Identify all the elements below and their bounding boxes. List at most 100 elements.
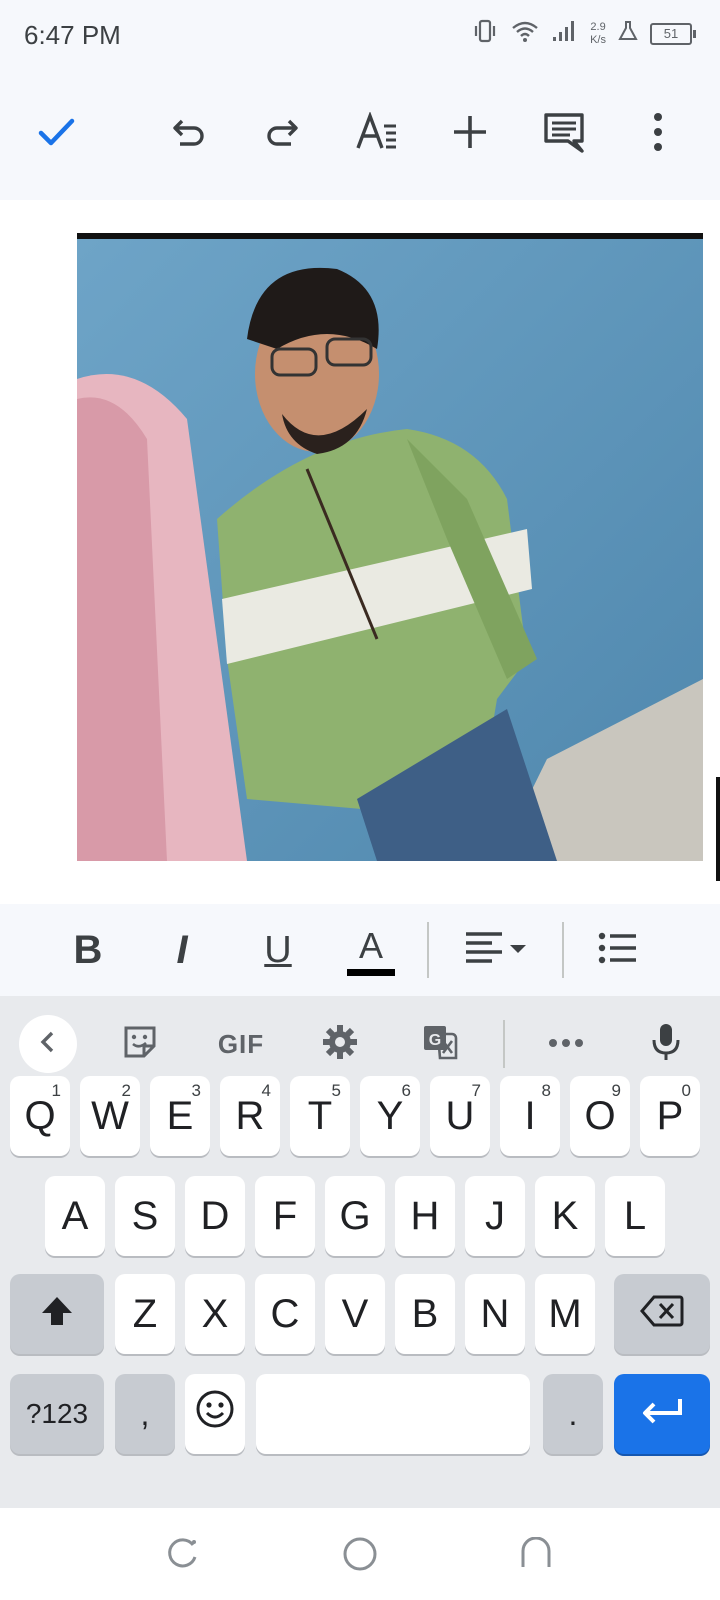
network-speed: 2.9 K/s [590,21,606,47]
back-button[interactable] [512,1532,560,1580]
key-g[interactable]: G [325,1176,385,1256]
status-time: 6:47 PM [24,20,121,50]
keyboard-more-button[interactable] [536,1014,596,1074]
back-icon [519,1536,553,1576]
home-icon [341,1535,379,1578]
italic-button[interactable]: I [160,920,204,980]
key-k[interactable]: K [535,1176,595,1256]
translate-button[interactable]: G [411,1014,471,1074]
align-left-icon [464,930,530,971]
key-l[interactable]: L [605,1176,665,1256]
key-label: P [656,1093,684,1138]
scroll-thumb[interactable] [716,777,720,881]
wifi-icon [510,19,540,48]
format-toolbar: B I U A [0,904,720,996]
text-format-button[interactable] [345,102,409,166]
network-speed-value: 2.9 [590,20,606,33]
battery-indicator: 51 [650,22,696,45]
svg-text:G: G [429,1032,441,1049]
document-canvas[interactable] [0,200,720,904]
key-e[interactable]: E3 [150,1076,210,1156]
insert-button[interactable] [438,102,502,166]
system-nav-bar [0,1508,720,1600]
backspace-key[interactable] [614,1274,710,1354]
key-v[interactable]: V [325,1274,385,1354]
space-key[interactable] [256,1374,530,1454]
keyboard-toolbar-separator [503,1020,505,1068]
enter-key[interactable] [614,1374,710,1454]
key-x[interactable]: X [185,1274,245,1354]
undo-button[interactable] [157,102,221,166]
signal-icon [552,19,578,48]
comment-icon [542,111,586,158]
key-p[interactable]: P0 [640,1076,700,1156]
key-b[interactable]: B [395,1274,455,1354]
keyboard-back-button[interactable] [19,1015,77,1073]
bulleted-list-icon [598,932,638,969]
key-hint: 9 [611,1081,621,1100]
gear-icon [322,1024,358,1065]
emoji-key[interactable] [185,1374,245,1454]
inserted-photo[interactable] [77,233,703,861]
keyboard: GIF G Q1 W2 E3 R4 T5 Y6 U7 I8 O9 P0 A S … [0,996,720,1508]
recents-icon [165,1537,199,1576]
format-separator [562,922,564,978]
align-button[interactable] [462,920,532,980]
add-icon [450,112,490,157]
key-r[interactable]: R4 [220,1076,280,1156]
key-w[interactable]: W2 [80,1076,140,1156]
comment-button[interactable] [532,102,596,166]
key-h[interactable]: H [395,1176,455,1256]
key-t[interactable]: T5 [290,1076,350,1156]
comma-key[interactable]: , [115,1374,175,1454]
symbols-key[interactable]: ?123 [10,1374,104,1454]
sticker-icon [122,1024,158,1065]
underline-button[interactable]: U [256,920,300,980]
voice-input-button[interactable] [636,1014,696,1074]
recents-button[interactable] [158,1532,206,1580]
format-separator [427,922,429,978]
vibrate-icon [472,18,498,49]
key-c[interactable]: C [255,1274,315,1354]
gif-button[interactable]: GIF [210,1014,272,1074]
key-f[interactable]: F [255,1176,315,1256]
key-o[interactable]: O9 [570,1076,630,1156]
network-speed-unit: K/s [590,33,606,46]
backspace-icon [640,1292,684,1337]
key-u[interactable]: U7 [430,1076,490,1156]
key-n[interactable]: N [465,1274,525,1354]
redo-button[interactable] [250,102,314,166]
period-key[interactable]: . [543,1374,603,1454]
key-m[interactable]: M [535,1274,595,1354]
key-hint: 7 [471,1081,481,1100]
home-button[interactable] [336,1532,384,1580]
check-icon [36,112,76,157]
key-hint: 5 [331,1081,341,1100]
text-color-label: A [358,924,383,966]
key-i[interactable]: I8 [500,1076,560,1156]
key-y[interactable]: Y6 [360,1076,420,1156]
key-j[interactable]: J [465,1176,525,1256]
sticker-button[interactable] [110,1014,170,1074]
more-options-button[interactable] [626,102,690,166]
bold-button[interactable]: B [66,920,110,980]
translate-icon: G [422,1024,460,1065]
shift-icon [40,1292,74,1337]
done-button[interactable] [24,102,88,166]
key-hint: 6 [401,1081,411,1100]
emoji-icon [195,1389,235,1439]
shift-key[interactable] [10,1274,104,1354]
bulleted-list-button[interactable] [596,920,640,980]
text-color-button[interactable]: A [346,920,396,980]
status-bar: 6:47 PM 2.9 K/s 51 [0,0,720,72]
key-q[interactable]: Q1 [10,1076,70,1156]
text-color-swatch [347,968,395,976]
editor-toolbar [0,72,720,200]
key-a[interactable]: A [45,1176,105,1256]
key-hint: 8 [541,1081,551,1100]
keyboard-settings-button[interactable] [310,1014,370,1074]
key-hint: 0 [681,1081,691,1100]
key-s[interactable]: S [115,1176,175,1256]
key-d[interactable]: D [185,1176,245,1256]
key-z[interactable]: Z [115,1274,175,1354]
